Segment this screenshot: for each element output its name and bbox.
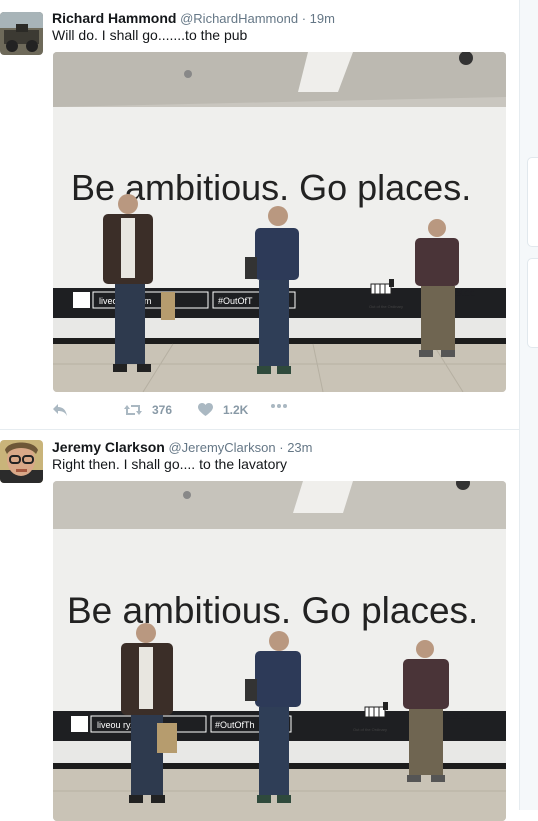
photo-hashtag-text: #OutOfTh [215, 720, 255, 730]
like-button[interactable]: 1.2K [198, 403, 248, 417]
photo-sign-text: Be ambitious. Go places. [67, 590, 478, 631]
photo-brand-tagline: Out of the Ordinary [369, 304, 403, 309]
tweet[interactable]: Jeremy Clarkson @JeremyClarkson · 23m Ri… [0, 430, 519, 821]
tweet-photo[interactable]: Be ambitious. Go places. liveou ry.com #… [53, 481, 506, 821]
author-username[interactable]: @RichardHammond [180, 11, 298, 26]
avatar[interactable] [0, 12, 43, 55]
photo-image: Be ambitious. Go places. liveou ry.com #… [53, 481, 506, 821]
photo-hashtag-text: #OutOfT [218, 296, 253, 306]
tweet-text: Will do. I shall go.......to the pub [52, 27, 248, 43]
heart-icon [198, 403, 213, 416]
retweet-button[interactable]: 376 [124, 403, 172, 417]
tweet-photo[interactable]: Be ambitious. Go places. liveou ry.com #… [53, 52, 506, 392]
tweet-header: Richard Hammond @RichardHammond · 19m [52, 10, 335, 26]
sidebar-edge [519, 0, 538, 810]
reply-button[interactable] [52, 403, 68, 417]
separator: · [301, 11, 307, 26]
avatar[interactable] [0, 440, 43, 483]
photo-brand-text: estec [447, 708, 471, 722]
separator: · [279, 440, 284, 455]
photo-image: Be ambitious. Go places. liveou ry.com #… [53, 52, 506, 392]
retweet-icon [124, 405, 142, 415]
more-button[interactable] [270, 403, 288, 409]
more-dots-icon [271, 404, 287, 408]
timestamp[interactable]: 19m [310, 11, 335, 26]
timestamp[interactable]: 23m [287, 440, 312, 455]
tweet[interactable]: Richard Hammond @RichardHammond · 19m Wi… [0, 0, 519, 428]
tweet-header: Jeremy Clarkson @JeremyClarkson · 23m [52, 439, 312, 455]
like-count: 1.2K [223, 403, 249, 417]
retweet-count: 376 [152, 403, 173, 417]
author-name[interactable]: Jeremy Clarkson [52, 439, 165, 455]
reply-icon [53, 404, 67, 416]
sidebar-card [527, 258, 538, 348]
author-name[interactable]: Richard Hammond [52, 10, 176, 26]
author-username[interactable]: @JeremyClarkson [168, 440, 275, 455]
timeline-feed: Richard Hammond @RichardHammond · 19m Wi… [0, 0, 519, 821]
sidebar-card [527, 157, 538, 247]
tweet-text: Right then. I shall go.... to the lavato… [52, 456, 288, 472]
photo-brand-tagline: Out of the Ordinary [353, 727, 387, 732]
